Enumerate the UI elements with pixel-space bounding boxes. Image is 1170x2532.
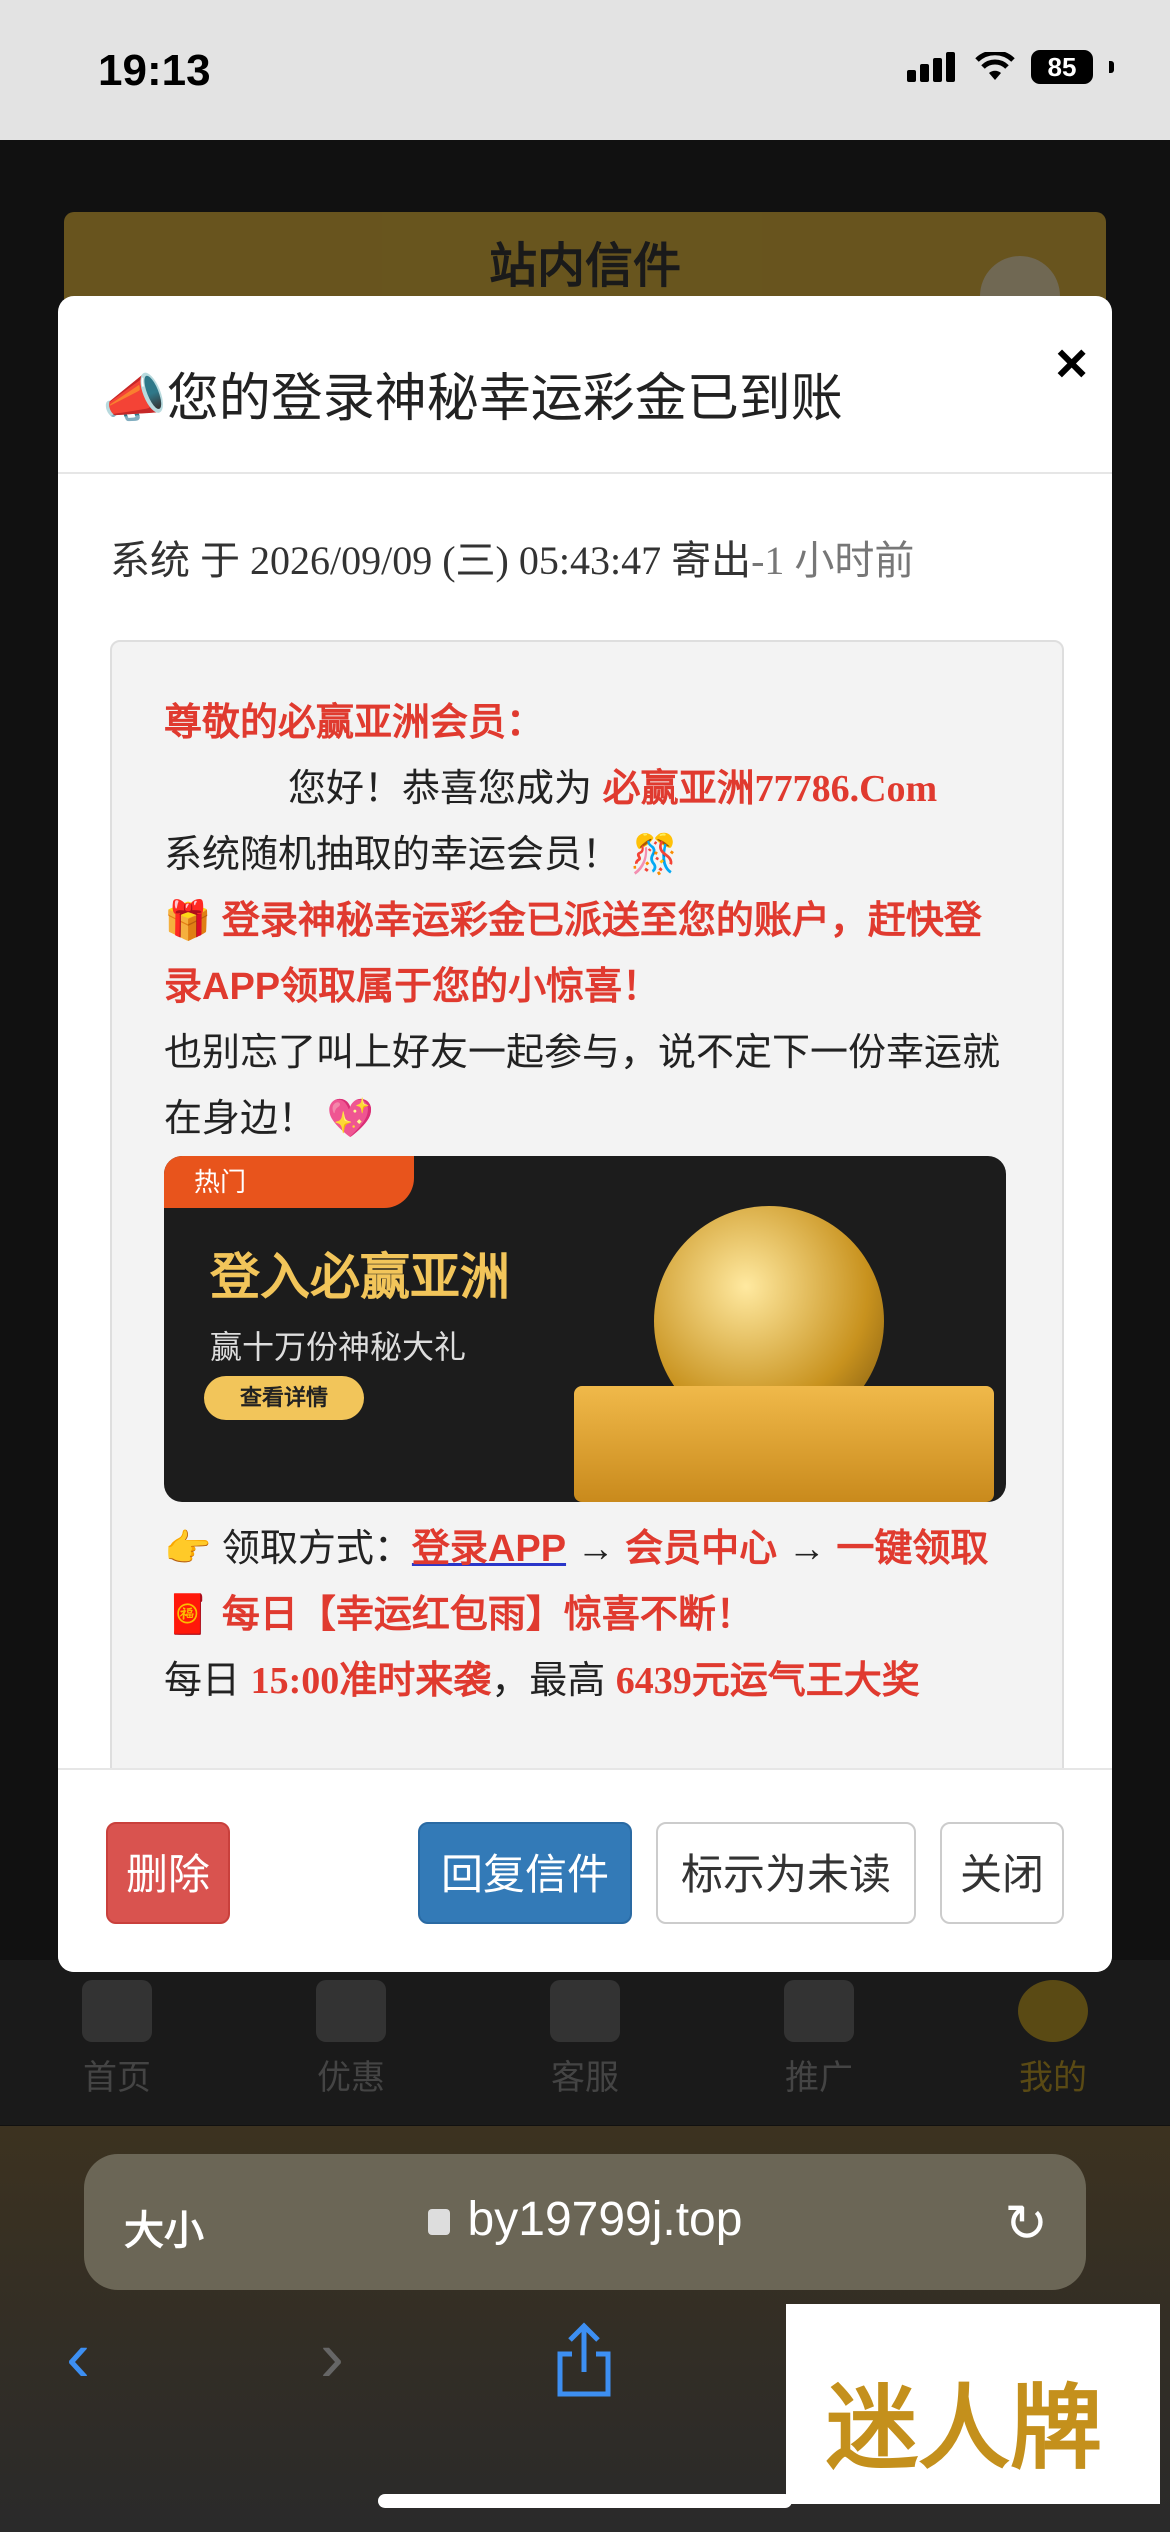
tab-profile[interactable]: 我的 <box>936 1960 1170 2125</box>
users-icon <box>784 1980 854 2042</box>
reload-icon[interactable]: ↻ <box>1004 2194 1048 2254</box>
modal-footer: 删除 回复信件 标示为未读 关闭 <box>58 1768 1112 1972</box>
megaphone-icon: 📣 <box>102 370 167 428</box>
modal-title: 📣您的登录神秘幸运彩金已到账 <box>102 370 843 428</box>
hot-badge: 热门 <box>164 1156 414 1208</box>
tab-promotions[interactable]: 优惠 <box>234 1960 468 2125</box>
gift-icon <box>316 1980 386 2042</box>
sender-line: 系统 于 2026/09/09 (三) 05:43:47 寄出-1 小时前 <box>110 528 914 586</box>
promo-banner[interactable]: 热门 登入必赢亚洲 赢十万份神秘大礼 查看详情 <box>164 1156 1006 1502</box>
pointing-hand-icon: 👉 <box>164 1528 212 1570</box>
status-time: 19:13 <box>98 46 211 95</box>
status-icons: 85 <box>907 50 1114 84</box>
home-icon <box>82 1980 152 2042</box>
invite-line: 也别忘了叫上好友一起参与，说不定下一份幸运就在身边！ 💖 <box>164 1032 1001 1140</box>
back-button[interactable]: ‹ <box>66 2316 90 2398</box>
battery-icon: 85 <box>1031 50 1093 84</box>
brand-text: 必赢亚洲77786.Com <box>602 768 938 810</box>
bonus-line: 🎁 登录神秘幸运彩金已派送至您的账户，赶快登录APP领取属于您的小惊喜！ <box>164 900 982 1008</box>
message-modal: 📣您的登录神秘幸运彩金已到账 × 系统 于 2026/09/09 (三) 05:… <box>58 296 1112 1972</box>
daily-line: 每日 15:00准时来袭，最高 6439元运气王大奖 <box>164 1660 920 1702</box>
tab-home[interactable]: 首页 <box>0 1960 234 2125</box>
party-icon: 🎊 <box>630 834 678 876</box>
wifi-icon <box>975 52 1015 80</box>
share-icon[interactable] <box>552 2320 616 2400</box>
forward-button[interactable]: › <box>320 2316 344 2398</box>
message-body: 尊敬的必赢亚洲会员： 您好！恭喜您成为 必赢亚洲77786.Com 系统随机抽取… <box>110 640 1064 1874</box>
signal-icon <box>907 52 959 82</box>
address-bar[interactable]: 大小 by19799j.top ↻ <box>84 2154 1086 2290</box>
gift-emoji-icon: 🎁 <box>164 900 212 942</box>
banner-details-button[interactable]: 查看详情 <box>204 1376 364 1420</box>
url-text: by19799j.top <box>84 2192 1086 2247</box>
mark-unread-button[interactable]: 标示为未读 <box>656 1822 916 1924</box>
claim-method-line: 👉 领取方式：登录APP → 会员中心 → 一键领取 <box>164 1528 989 1570</box>
reply-button[interactable]: 回复信件 <box>418 1822 632 1924</box>
home-indicator <box>378 2494 792 2508</box>
modal-header: 📣您的登录神秘幸运彩金已到账 × <box>58 296 1112 474</box>
status-bar: 19:13 85 <box>0 0 1170 140</box>
login-app-link[interactable]: 登录APP <box>412 1528 566 1570</box>
lock-icon <box>427 2209 450 2236</box>
bottom-tabbar: 首页 优惠 客服 推广 我的 <box>0 1960 1170 2125</box>
close-button[interactable]: 关闭 <box>940 1822 1064 1924</box>
tab-referral[interactable]: 推广 <box>702 1960 936 2125</box>
lucky-line: 系统随机抽取的幸运会员！ 🎊 <box>164 834 678 876</box>
tab-support[interactable]: 客服 <box>468 1960 702 2125</box>
delete-button[interactable]: 删除 <box>106 1822 230 1924</box>
greeting: 尊敬的必赢亚洲会员： <box>164 702 545 744</box>
watermark-logo: 迷人牌 <box>786 2304 1160 2504</box>
banner-title: 登入必赢亚洲 <box>210 1249 510 1305</box>
gift-boxes-image <box>574 1386 994 1502</box>
sender-info: 系统 于 2026/09/09 (三) 05:43:47 寄出 <box>110 538 752 583</box>
battery-tip <box>1109 61 1114 73</box>
banner-subtitle: 赢十万份神秘大礼 <box>210 1329 467 1365</box>
heart-icon: 💖 <box>326 1098 374 1140</box>
red-packet-line: 🧧 每日【幸运红包雨】惊喜不断！ <box>164 1594 754 1636</box>
message-content: 尊敬的必赢亚洲会员： 您好！恭喜您成为 必赢亚洲77786.Com 系统随机抽取… <box>164 690 1012 1714</box>
time-ago: -1 小时前 <box>751 538 915 583</box>
red-envelope-icon: 🧧 <box>164 1594 212 1636</box>
user-icon <box>1018 1980 1088 2042</box>
congrats-line: 您好！恭喜您成为 必赢亚洲77786.Com <box>288 768 938 810</box>
close-icon[interactable]: × <box>1055 330 1088 395</box>
headset-icon <box>550 1980 620 2042</box>
